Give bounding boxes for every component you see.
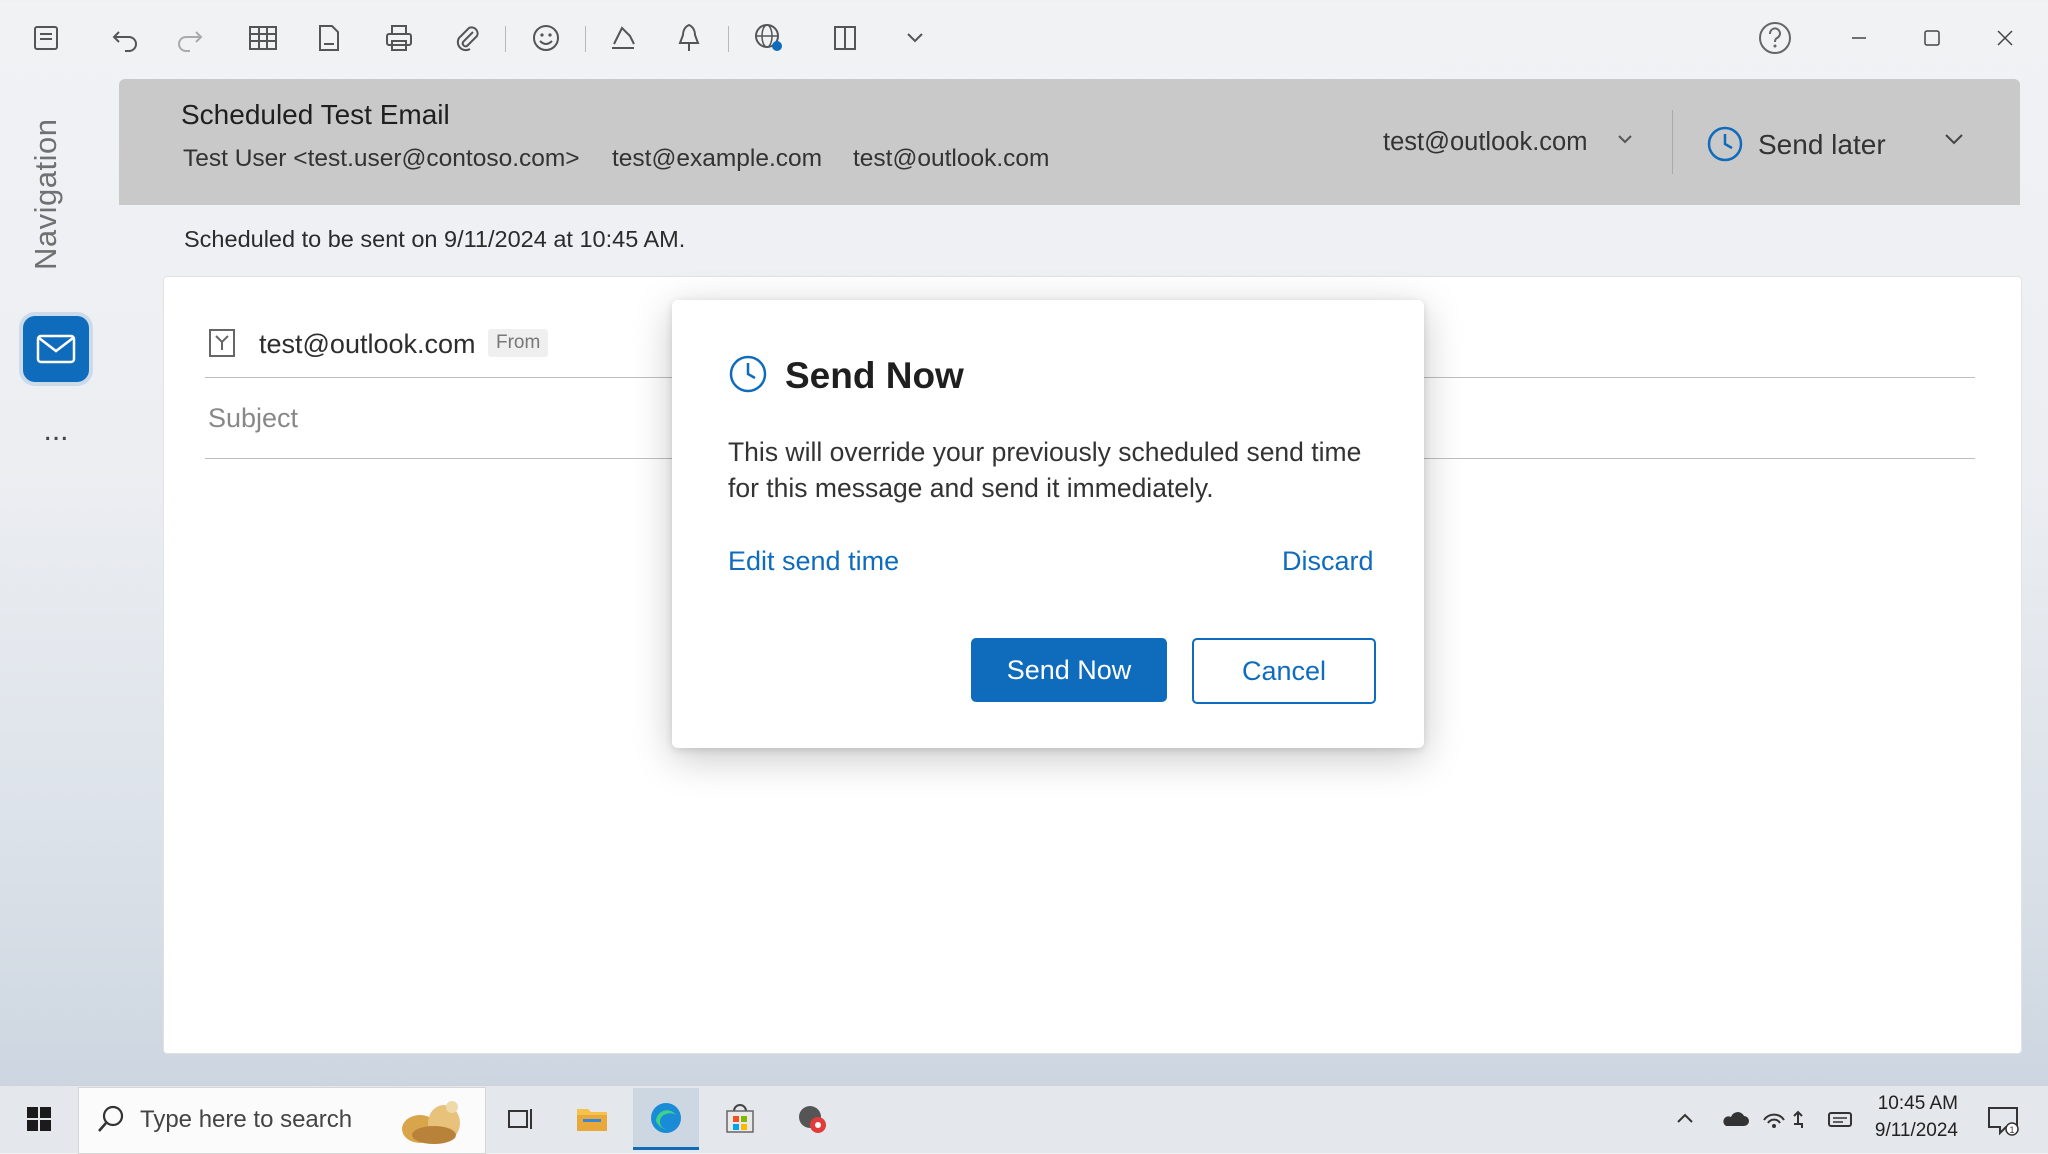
task-view-icon[interactable] [487, 1088, 553, 1150]
globe-icon[interactable] [749, 18, 789, 58]
from-email[interactable]: test@outlook.com [259, 329, 476, 360]
recipient[interactable]: test@example.com [612, 145, 822, 173]
title-bar [0, 0, 2048, 76]
save-icon[interactable] [26, 18, 66, 58]
account-selector[interactable]: test@outlook.com [1383, 128, 1587, 157]
from-account-icon [208, 328, 236, 358]
search-highlight-image[interactable] [390, 1093, 474, 1147]
document-icon[interactable] [309, 18, 349, 58]
reader-icon[interactable] [825, 18, 865, 58]
taskbar-date[interactable]: 9/11/2024 [1866, 1120, 1958, 1142]
mail-icon [36, 334, 76, 364]
chevron-down-icon[interactable] [1944, 132, 1964, 146]
edit-send-time-link[interactable]: Edit send time [728, 546, 899, 577]
toolbar-separator [585, 26, 586, 52]
pin-icon[interactable] [669, 18, 709, 58]
edge-browser-icon[interactable] [633, 1088, 699, 1150]
attach-icon[interactable] [447, 18, 487, 58]
store-icon[interactable] [707, 1088, 773, 1150]
notification-center-icon[interactable]: 1 [1986, 1105, 2020, 1137]
more-options-icon[interactable]: ... [38, 416, 74, 449]
system-tray[interactable] [1668, 1106, 1858, 1132]
send-now-button[interactable]: Send Now [971, 638, 1167, 702]
svg-text:1: 1 [2009, 1125, 2014, 1135]
clock-icon [728, 354, 768, 394]
clock-icon[interactable] [1706, 125, 1744, 163]
print-icon[interactable] [379, 18, 419, 58]
windows-start-icon[interactable] [12, 1094, 66, 1144]
taskbar-time[interactable]: 10:45 AM [1872, 1093, 1958, 1115]
toolbar-separator [505, 26, 506, 52]
header-divider [1672, 110, 1673, 174]
redo-icon[interactable] [169, 18, 209, 58]
toolbar-separator [728, 26, 729, 52]
maximize-icon[interactable] [1912, 18, 1952, 58]
message-title: Scheduled Test Email [181, 99, 450, 130]
discard-link[interactable]: Discard [1282, 546, 1374, 577]
recipient[interactable]: Test User <test.user@contoso.com> [183, 145, 580, 173]
from-tag: From [488, 329, 549, 357]
close-icon[interactable] [1985, 18, 2025, 58]
chevron-down-icon[interactable] [1617, 133, 1633, 145]
chevron-down-icon[interactable] [895, 18, 935, 58]
mail-nav-button[interactable] [23, 316, 89, 382]
cancel-button[interactable]: Cancel [1192, 638, 1376, 704]
help-icon[interactable] [1755, 18, 1795, 58]
navigation-label[interactable]: Navigation [28, 100, 78, 280]
signature-icon[interactable] [603, 18, 643, 58]
subject-input[interactable]: Subject [208, 403, 298, 434]
send-later-button[interactable]: Send later [1758, 129, 1886, 161]
scheduled-note: Scheduled to be sent on 9/11/2024 at 10:… [184, 226, 686, 252]
search-placeholder[interactable]: Type here to search [140, 1106, 352, 1134]
emoji-icon[interactable] [526, 18, 566, 58]
search-icon [96, 1104, 126, 1134]
file-explorer-icon[interactable] [559, 1088, 625, 1150]
recipient[interactable]: test@outlook.com [853, 145, 1049, 173]
table-icon[interactable] [243, 18, 283, 58]
dialog-title: Send Now [785, 355, 964, 396]
app-notification-icon[interactable] [780, 1088, 846, 1150]
undo-icon[interactable] [106, 18, 146, 58]
minimize-icon[interactable] [1839, 18, 1879, 58]
dialog-message: This will override your previously sched… [728, 437, 1362, 503]
